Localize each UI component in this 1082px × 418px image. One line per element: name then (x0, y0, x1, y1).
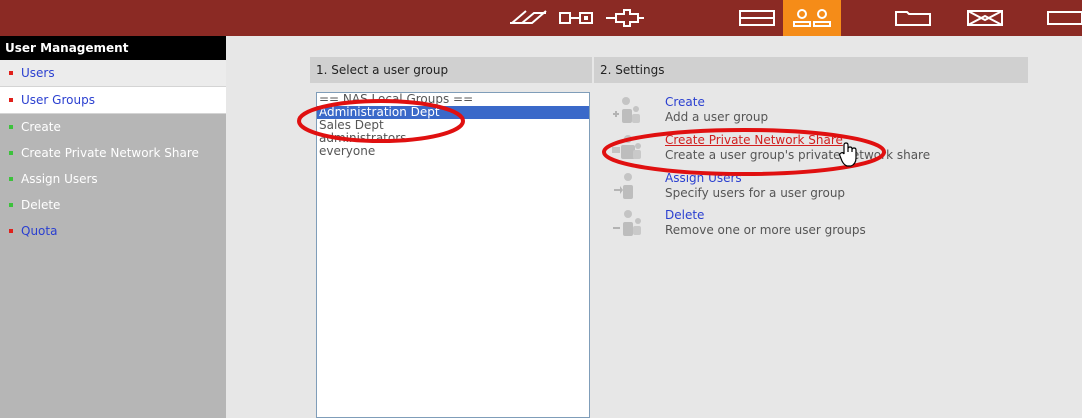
storage-icon[interactable] (734, 0, 780, 36)
create-action[interactable]: Create Add a user group (612, 95, 1012, 127)
sidebar-item-delete[interactable]: Delete (0, 192, 226, 218)
bullet-icon (9, 228, 13, 233)
settings-header: 2. Settings (594, 57, 1028, 83)
assign-users-action[interactable]: Assign Users Specify users for a user gr… (612, 171, 1012, 203)
network-icon[interactable] (505, 0, 551, 36)
delete-link[interactable]: Delete (665, 208, 704, 222)
remove-group-icon (613, 210, 641, 236)
sidebar-item-user-groups[interactable]: User Groups (0, 87, 226, 114)
sidebar-item-assign-users[interactable]: Assign Users (0, 166, 226, 192)
folder-icon[interactable] (890, 0, 936, 36)
bullet-icon (9, 202, 13, 207)
group-listbox[interactable]: == NAS Local Groups == Administration De… (316, 92, 590, 418)
network-share-icon (612, 135, 641, 159)
list-item[interactable]: everyone (317, 145, 589, 158)
bullet-icon (9, 124, 13, 129)
sidebar-item-label: User Groups (21, 93, 95, 107)
sidebar-title: User Management (0, 36, 226, 60)
users-icon[interactable] (783, 0, 841, 36)
sidebar-item-label: Users (21, 66, 55, 80)
assign-users-desc: Specify users for a user group (665, 186, 846, 200)
bullet-icon (9, 70, 13, 75)
sidebar-item-create-private-network-share[interactable]: Create Private Network Share (0, 140, 226, 166)
create-link[interactable]: Create (665, 95, 705, 109)
sidebar-item-users[interactable]: Users (0, 60, 226, 87)
sidebar: User Management Users User Groups Create… (0, 36, 226, 418)
delete-action[interactable]: Delete Remove one or more user groups (612, 208, 1012, 240)
top-toolbar (0, 0, 1082, 36)
device-icon[interactable] (553, 0, 599, 36)
create-desc: Add a user group (665, 110, 769, 124)
sidebar-item-quota[interactable]: Quota (0, 218, 226, 244)
sidebar-item-label: Create Private Network Share (21, 146, 199, 160)
create-private-network-share-desc: Create a user group's private network sh… (665, 148, 931, 162)
assign-users-icon (614, 173, 633, 199)
sidebar-item-label: Quota (21, 224, 58, 238)
sidebar-item-label: Create (21, 120, 61, 134)
bullet-icon (9, 97, 13, 102)
select-group-header: 1. Select a user group (310, 57, 592, 83)
plug-icon[interactable] (601, 0, 647, 36)
create-private-network-share-action[interactable]: Create Private Network Share Create a us… (612, 133, 1012, 165)
add-group-icon (613, 97, 640, 123)
sidebar-item-create[interactable]: Create (0, 114, 226, 140)
sidebar-item-label: Delete (21, 198, 61, 212)
mail-icon[interactable] (962, 0, 1008, 36)
bullet-icon (9, 176, 13, 181)
assign-users-link[interactable]: Assign Users (665, 171, 742, 185)
sidebar-item-label: Assign Users (21, 172, 98, 186)
delete-desc: Remove one or more user groups (665, 223, 866, 237)
create-private-network-share-link[interactable]: Create Private Network Share (665, 133, 843, 147)
more-icon[interactable] (1044, 0, 1082, 36)
bullet-icon (9, 150, 13, 155)
